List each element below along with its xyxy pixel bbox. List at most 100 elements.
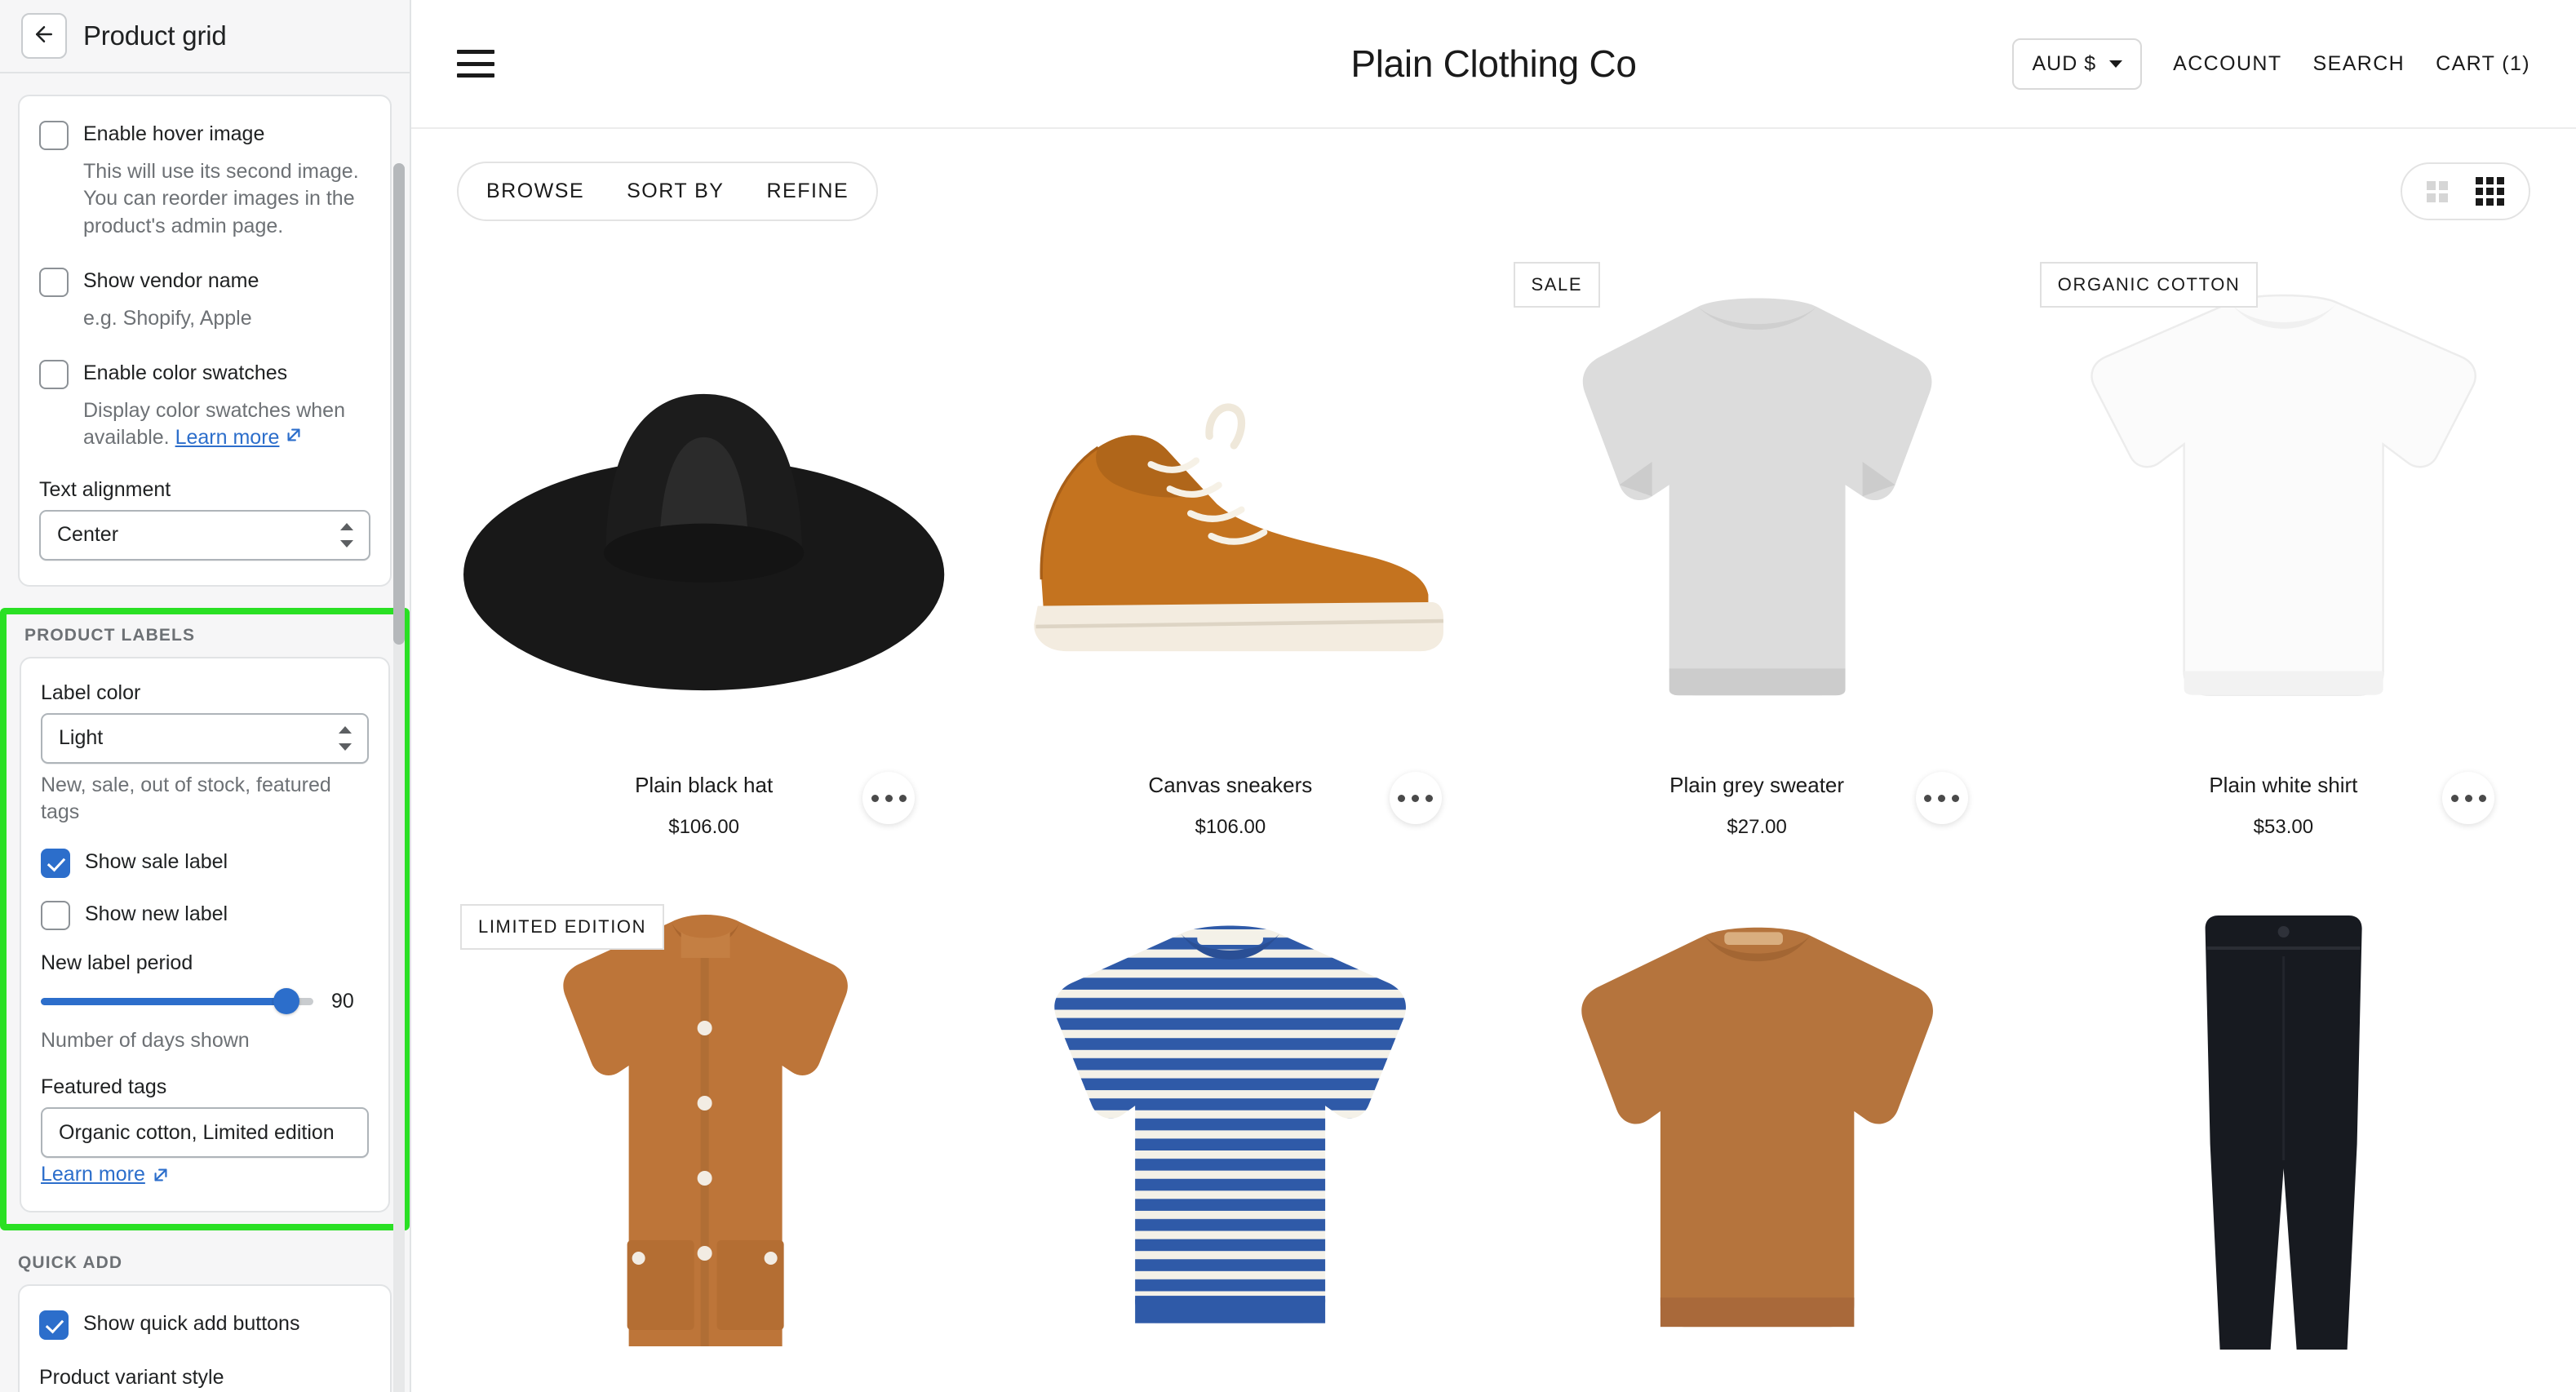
quick-add-button[interactable] — [1915, 772, 1968, 824]
new-label-period-slider[interactable] — [41, 986, 313, 1016]
product-image — [459, 257, 949, 755]
product-image — [2038, 257, 2529, 755]
text-alignment-label: Text alignment — [39, 477, 171, 501]
product-image — [459, 899, 949, 1356]
storefront-header: Plain Clothing Co AUD $ ACCOUNT SEARCH C… — [411, 0, 2576, 129]
show-sale-label-checkbox[interactable] — [41, 849, 70, 878]
show-sale-label-row[interactable]: Show sale label — [41, 847, 369, 878]
text-alignment-value: Center — [57, 523, 119, 546]
show-vendor-name-row[interactable]: Show vendor name — [39, 266, 370, 297]
product-image — [985, 257, 1475, 755]
sneaker-illustration — [1034, 403, 1444, 652]
enable-hover-image-checkbox[interactable] — [39, 121, 69, 150]
show-quick-add-label: Show quick add buttons — [83, 1312, 300, 1336]
tan-sweater-illustration — [1581, 927, 1933, 1328]
new-label-period-value: 90 — [331, 989, 354, 1013]
label-color-label: Label color — [41, 680, 141, 704]
account-link[interactable]: ACCOUNT — [2173, 52, 2281, 76]
pants-illustration — [2205, 915, 2362, 1350]
text-alignment-select[interactable]: Center — [39, 509, 370, 561]
product-card[interactable]: LIMITED EDITION — [441, 888, 967, 1356]
grid-view-toggle — [2401, 162, 2530, 220]
new-label-period-help: Number of days shown — [41, 1029, 250, 1052]
hamburger-menu-icon[interactable] — [457, 50, 494, 78]
enable-color-swatches-label: Enable color swatches — [83, 361, 288, 384]
filter-pill: BROWSE SORT BY REFINE — [457, 162, 879, 221]
currency-label: AUD $ — [2032, 51, 2097, 75]
product-labels-learn-more-link[interactable]: Learn more — [41, 1163, 145, 1186]
enable-color-swatches-checkbox[interactable] — [39, 360, 69, 389]
sidebar-scrollbar[interactable] — [393, 163, 405, 1392]
product-labels-learn-more-row: Learn more — [41, 1163, 170, 1186]
product-image — [1512, 257, 2002, 755]
enable-hover-image-row[interactable]: Enable hover image — [39, 119, 370, 150]
sidebar-header: Product grid — [0, 0, 410, 73]
cart-link[interactable]: CART (1) — [2436, 52, 2530, 76]
label-color-value: Light — [59, 726, 104, 749]
featured-tags-input[interactable]: Organic cotton, Limited edition — [41, 1107, 369, 1159]
show-vendor-name-label: Show vendor name — [83, 268, 259, 292]
settings-sidebar: Product grid Enable hover image This wil… — [0, 0, 411, 1392]
external-link-icon — [285, 424, 303, 442]
show-new-label-checkbox[interactable] — [41, 901, 70, 930]
product-card[interactable]: Canvas sneakers $106.00 — [967, 246, 1493, 839]
enable-color-swatches-row[interactable]: Enable color swatches — [39, 358, 370, 389]
featured-tags-label: Featured tags — [41, 1075, 167, 1099]
refine-button[interactable]: REFINE — [766, 180, 849, 203]
show-new-label-row[interactable]: Show new label — [41, 899, 369, 930]
product-labels-highlight: PRODUCT LABELS Label color Light New, sa… — [0, 607, 410, 1231]
product-label-tag: LIMITED EDITION — [460, 904, 665, 950]
striped-sweater-illustration — [1054, 925, 1407, 1323]
show-sale-label-label: Show sale label — [85, 850, 228, 873]
sidebar-scrollbar-thumb[interactable] — [393, 163, 405, 645]
back-button[interactable] — [21, 13, 67, 59]
product-card[interactable] — [2020, 888, 2547, 1356]
product-image — [2038, 899, 2529, 1356]
product-grid-row-1: Plain black hat $106.00 Canvas sneakers … — [411, 221, 2576, 839]
grid-3x3-icon[interactable] — [2476, 177, 2504, 206]
show-quick-add-checkbox[interactable] — [39, 1310, 69, 1341]
currency-selector[interactable]: AUD $ — [2012, 38, 2143, 90]
sweater-illustration — [1582, 298, 1931, 696]
product-labels-card: Label color Light New, sale, out of stoc… — [20, 656, 390, 1213]
show-vendor-name-checkbox[interactable] — [39, 267, 69, 297]
new-label-period-label: New label period — [41, 951, 193, 974]
product-card[interactable]: SALE Plain grey sweater $27.00 — [1494, 246, 2020, 839]
quick-add-section-title: QUICK ADD — [18, 1253, 123, 1273]
header-actions: AUD $ ACCOUNT SEARCH CART (1) — [2012, 38, 2530, 90]
product-label-tag: SALE — [1513, 262, 1601, 308]
sort-by-button[interactable]: SORT BY — [627, 180, 724, 203]
label-color-select[interactable]: Light — [41, 712, 369, 764]
browse-button[interactable]: BROWSE — [486, 180, 584, 203]
product-card[interactable] — [1494, 888, 2020, 1356]
quick-add-card: Show quick add buttons Product variant s… — [18, 1284, 392, 1392]
customizer-app: Product grid Enable hover image This wil… — [0, 0, 2576, 1392]
product-card[interactable]: ORGANIC COTTON Plain white shirt $53.00 — [2020, 246, 2547, 839]
product-variant-style-label: Product variant style — [39, 1366, 224, 1390]
page-title: Product grid — [83, 20, 227, 51]
product-card[interactable] — [967, 888, 1493, 1356]
tshirt-illustration — [2091, 294, 2476, 697]
show-vendor-name-help: e.g. Shopify, Apple — [83, 306, 252, 330]
label-color-help: New, sale, out of stock, featured tags — [41, 773, 331, 823]
product-card[interactable]: Plain black hat $106.00 — [441, 246, 967, 839]
product-image — [1512, 899, 2002, 1356]
sidebar-scroll-area: Enable hover image This will use its sec… — [0, 73, 410, 1392]
color-swatches-learn-more-link[interactable]: Learn more — [175, 426, 280, 449]
external-link-icon — [152, 1166, 170, 1184]
grid-2x2-icon[interactable] — [2427, 180, 2448, 202]
show-quick-add-row[interactable]: Show quick add buttons — [39, 1309, 370, 1341]
enable-hover-image-label: Enable hover image — [83, 122, 265, 145]
search-link[interactable]: SEARCH — [2313, 52, 2405, 76]
slider-knob[interactable] — [273, 988, 299, 1014]
quick-add-button[interactable] — [2442, 772, 2494, 824]
chevron-down-icon — [2109, 60, 2123, 68]
quick-add-button[interactable] — [862, 772, 916, 824]
enable-color-swatches-help: Display color swatches when available. L… — [83, 397, 370, 452]
quick-add-button[interactable] — [1389, 772, 1442, 824]
hat-illustration — [463, 393, 945, 691]
new-label-period-slider-row: 90 — [41, 986, 369, 1016]
coat-illustration — [563, 915, 848, 1346]
quick-add-section: QUICK ADD Show quick add buttons Product… — [0, 1253, 410, 1392]
product-label-tag: ORGANIC COTTON — [2039, 262, 2259, 308]
